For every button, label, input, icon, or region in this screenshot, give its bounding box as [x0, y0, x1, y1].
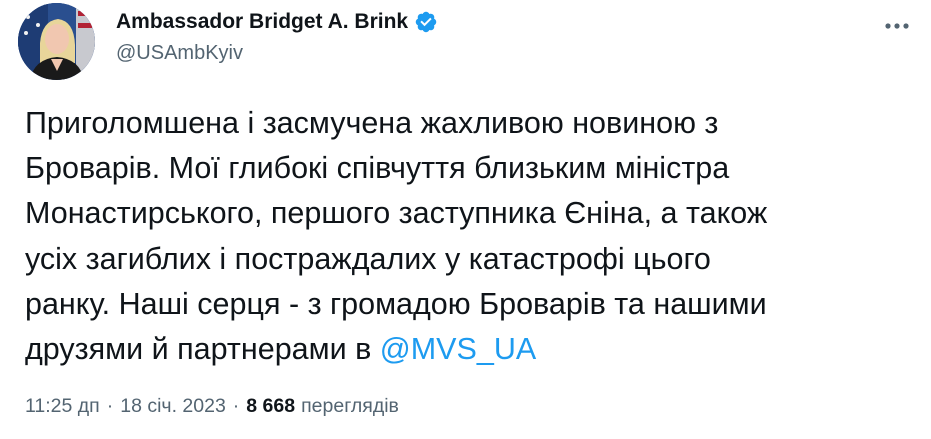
- verified-badge-icon[interactable]: [414, 10, 438, 34]
- tweet-line: Броварів. Мої глибокі співчуття близьким…: [25, 151, 730, 186]
- avatar[interactable]: [18, 3, 95, 80]
- profile-photo-icon: [18, 3, 95, 80]
- tweet-last-line: друзями й партнерами в @MVS_UA: [25, 327, 915, 372]
- tweet-meta: 11:25 дп · 18 січ. 2023 · 8 668 перегляд…: [25, 395, 399, 418]
- more-options-icon[interactable]: [882, 14, 912, 38]
- mention-link[interactable]: @MVS_UA: [380, 332, 536, 366]
- author-name-row[interactable]: Ambassador Bridget A. Brink: [116, 8, 438, 36]
- tweet-line: Монастирського, першого заступника Єніна…: [25, 196, 768, 231]
- tweet-line: ранку. Наші серця - з громадою Броварів …: [25, 286, 767, 321]
- tweet-line: друзями й партнерами в: [25, 331, 380, 366]
- meta-separator: ·: [232, 395, 240, 417]
- author-display-name[interactable]: Ambassador Bridget A. Brink: [116, 10, 408, 34]
- tweet-text: Приголомшена і засмучена жахливою новино…: [25, 101, 915, 372]
- author-handle[interactable]: @USAmbKyiv: [116, 42, 243, 65]
- tweet-line: Приголомшена і засмучена жахливою новино…: [25, 106, 719, 140]
- views-count[interactable]: 8 668: [246, 395, 295, 418]
- tweet-date[interactable]: 18 січ. 2023: [120, 395, 226, 418]
- views-label[interactable]: переглядів: [301, 395, 399, 418]
- tweet-time[interactable]: 11:25 дп: [25, 395, 100, 418]
- tweet-line: усіх загиблих і постраждалих у катастроф…: [25, 241, 711, 276]
- meta-separator: ·: [106, 395, 114, 417]
